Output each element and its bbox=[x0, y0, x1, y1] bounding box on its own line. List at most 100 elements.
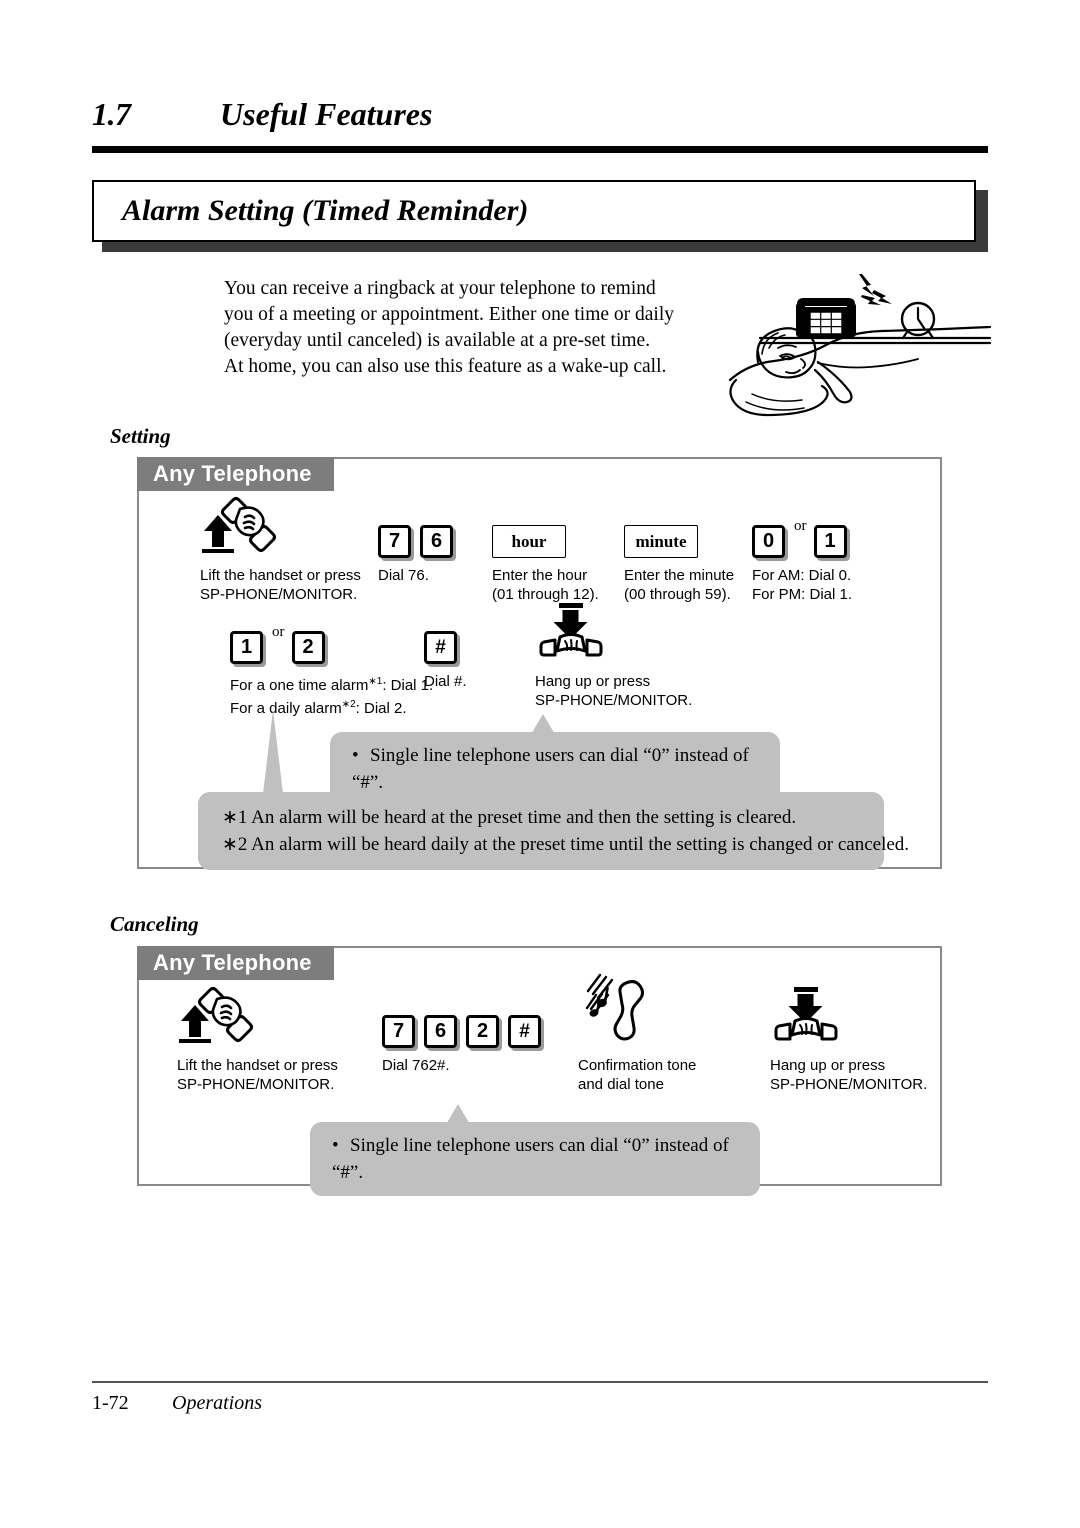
key-hash[interactable]: # bbox=[508, 1015, 541, 1048]
setting-step-3-keys: hour bbox=[492, 500, 599, 558]
canceling-step-1: Lift the handset or press SP-PHONE/MONIT… bbox=[177, 987, 338, 1094]
section-number: 1.7 bbox=[92, 96, 131, 132]
canceling-step-2-caption: Dial 762#. bbox=[382, 1056, 541, 1075]
setting-panel-tab: Any Telephone bbox=[137, 457, 334, 491]
canceling-step-3-caption: Confirmation tone and dial tone bbox=[578, 1056, 696, 1094]
key-2[interactable]: 2 bbox=[466, 1015, 499, 1048]
key-7[interactable]: 7 bbox=[378, 525, 411, 558]
section-title: Useful Features bbox=[220, 96, 433, 132]
canceling-step-2-keys: 7 6 2 # bbox=[382, 990, 541, 1048]
setting-step-4-caption-line-2: (00 through 59). bbox=[624, 586, 731, 603]
setting-step-4-caption-line-1: Enter the minute bbox=[624, 567, 735, 584]
hang-up-icon bbox=[535, 601, 607, 664]
intro-line-2: you of a meeting or appointment. Either … bbox=[224, 304, 675, 325]
setting-step-8-caption-line-2: SP-PHONE/MONITOR. bbox=[535, 692, 693, 709]
key-6[interactable]: 6 bbox=[420, 525, 453, 558]
setting-step-6: 1 or 2 For a one time alarm∗1: Dial 1. F… bbox=[230, 606, 433, 718]
setting-step-2-keys: 7 6 bbox=[378, 500, 453, 558]
canceling-step-4: Hang up or press SP-PHONE/MONITOR. bbox=[770, 987, 927, 1094]
canceling-step-4-caption-line-2: SP-PHONE/MONITOR. bbox=[770, 1076, 928, 1093]
canceling-step-4-caption: Hang up or press SP-PHONE/MONITOR. bbox=[770, 1056, 927, 1094]
intro-line-3: (everyday until canceled) is available a… bbox=[224, 330, 651, 351]
setting-step-5: 0 or 1 For AM: Dial 0. For PM: Dial 1. bbox=[752, 500, 852, 604]
setting-step-1: Lift the handset or press SP-PHONE/MONIT… bbox=[200, 497, 361, 604]
setting-step-1-caption-line-1: Lift the handset or press bbox=[200, 567, 361, 584]
key-1[interactable]: 1 bbox=[813, 525, 847, 558]
footer-rule bbox=[92, 1381, 988, 1383]
setting-step-8-caption-line-1: Hang up or press bbox=[535, 673, 651, 690]
canceling-step-1-caption-line-2: SP-PHONE/MONITOR. bbox=[177, 1076, 335, 1093]
setting-step-3-caption-line-1: Enter the hour bbox=[492, 567, 588, 584]
canceling-step-2: 7 6 2 # Dial 762#. bbox=[382, 990, 541, 1075]
canceling-note-callout: • Single line telephone users can dial “0… bbox=[310, 1122, 760, 1196]
footer-document-name: Operations bbox=[172, 1392, 262, 1414]
setting-footnote-pointer bbox=[262, 710, 284, 802]
bullet-glyph: • bbox=[332, 1135, 339, 1156]
setting-step-4: minute Enter the minute (00 through 59). bbox=[624, 500, 734, 604]
setting-step-5-separator: or bbox=[794, 517, 807, 534]
setting-step-1-caption: Lift the handset or press SP-PHONE/MONIT… bbox=[200, 566, 361, 604]
setting-step-5-caption: For AM: Dial 0. For PM: Dial 1. bbox=[752, 566, 852, 604]
key-1-alarm-type[interactable]: 1 bbox=[230, 631, 263, 664]
canceling-step-1-caption: Lift the handset or press SP-PHONE/MONIT… bbox=[177, 1056, 338, 1094]
setting-step-8: Hang up or press SP-PHONE/MONITOR. bbox=[535, 603, 692, 710]
setting-step-2-caption-line-1: Dial 76. bbox=[378, 567, 429, 584]
setting-step-5-caption-line-1: For AM: Dial 0. bbox=[752, 567, 852, 584]
canceling-step-3: Confirmation tone and dial tone bbox=[578, 973, 696, 1094]
setting-step-6-separator: or bbox=[272, 623, 285, 640]
lift-handset-icon bbox=[200, 495, 278, 558]
hang-up-icon bbox=[770, 985, 842, 1048]
setting-footnote-callout: ∗1 An alarm will be heard at the preset … bbox=[198, 792, 910, 870]
setting-step-4-keys: minute bbox=[624, 500, 734, 558]
canceling-step-4-icons bbox=[770, 987, 927, 1048]
setting-step-6-caption-line-1: For a one time alarm∗1: Dial 1. bbox=[230, 676, 434, 694]
setting-step-1-caption-line-2: SP-PHONE/MONITOR. bbox=[200, 586, 358, 603]
setting-step-6-keys: 1 or 2 bbox=[230, 606, 433, 664]
setting-step-8-caption: Hang up or press SP-PHONE/MONITOR. bbox=[535, 672, 692, 710]
canceling-step-3-icons bbox=[578, 973, 696, 1048]
key-2-alarm-type[interactable]: 2 bbox=[291, 631, 325, 664]
canceling-section-label: Canceling bbox=[110, 912, 199, 936]
intro-paragraph: You can receive a ringback at your telep… bbox=[224, 276, 724, 380]
setting-step-5-keys: 0 or 1 bbox=[752, 500, 852, 558]
page-header: 1.7 Useful Features bbox=[92, 96, 988, 133]
canceling-step-3-caption-line-2: and dial tone bbox=[578, 1076, 664, 1093]
canceling-panel-tab: Any Telephone bbox=[137, 946, 334, 980]
page-footer: 1-72 Operations bbox=[92, 1392, 988, 1415]
bullet-glyph: • bbox=[352, 745, 359, 766]
intro-line-1: You can receive a ringback at your telep… bbox=[224, 278, 656, 299]
canceling-note-text: Single line telephone users can dial “0”… bbox=[332, 1135, 729, 1183]
setting-step-2-caption: Dial 76. bbox=[378, 566, 453, 585]
header-rule bbox=[92, 146, 988, 153]
lift-handset-icon bbox=[177, 985, 255, 1048]
setting-note-text: Single line telephone users can dial “0”… bbox=[352, 745, 749, 793]
setting-step-5-caption-line-2: For PM: Dial 1. bbox=[752, 586, 853, 603]
hour-entry-key[interactable]: hour bbox=[492, 525, 566, 558]
setting-step-7-caption-line-1: Dial #. bbox=[424, 673, 467, 690]
feature-title-box: Alarm Setting (Timed Reminder) bbox=[92, 180, 976, 242]
confirmation-tone-icon bbox=[578, 973, 658, 1048]
canceling-step-4-caption-line-1: Hang up or press bbox=[770, 1057, 886, 1074]
feature-title-banner: Alarm Setting (Timed Reminder) bbox=[92, 180, 988, 252]
feature-title-text: Alarm Setting (Timed Reminder) bbox=[122, 194, 529, 227]
setting-step-7: # Dial #. bbox=[424, 606, 467, 691]
canceling-step-1-caption-line-1: Lift the handset or press bbox=[177, 1057, 338, 1074]
footer-page-number: 1-72 bbox=[92, 1392, 129, 1414]
setting-step-8-icons bbox=[535, 603, 692, 664]
key-6[interactable]: 6 bbox=[424, 1015, 457, 1048]
setting-footnote-2: ∗2 An alarm will be heard daily at the p… bbox=[222, 834, 910, 855]
setting-section-label: Setting bbox=[110, 424, 171, 448]
setting-step-4-caption: Enter the minute (00 through 59). bbox=[624, 566, 734, 604]
setting-step-1-icons bbox=[200, 497, 361, 558]
minute-entry-key[interactable]: minute bbox=[624, 525, 698, 558]
sleeping-person-illustration bbox=[722, 262, 992, 427]
canceling-step-3-caption-line-1: Confirmation tone bbox=[578, 1057, 697, 1074]
canceling-step-1-icons bbox=[177, 987, 338, 1048]
intro-line-4: At home, you can also use this feature a… bbox=[224, 356, 667, 377]
setting-step-3: hour Enter the hour (01 through 12). bbox=[492, 500, 599, 604]
setting-footnote-1: ∗1 An alarm will be heard at the preset … bbox=[222, 807, 797, 828]
canceling-step-2-caption-line-1: Dial 762#. bbox=[382, 1057, 450, 1074]
key-hash[interactable]: # bbox=[424, 631, 457, 664]
key-0[interactable]: 0 bbox=[752, 525, 785, 558]
key-7[interactable]: 7 bbox=[382, 1015, 415, 1048]
